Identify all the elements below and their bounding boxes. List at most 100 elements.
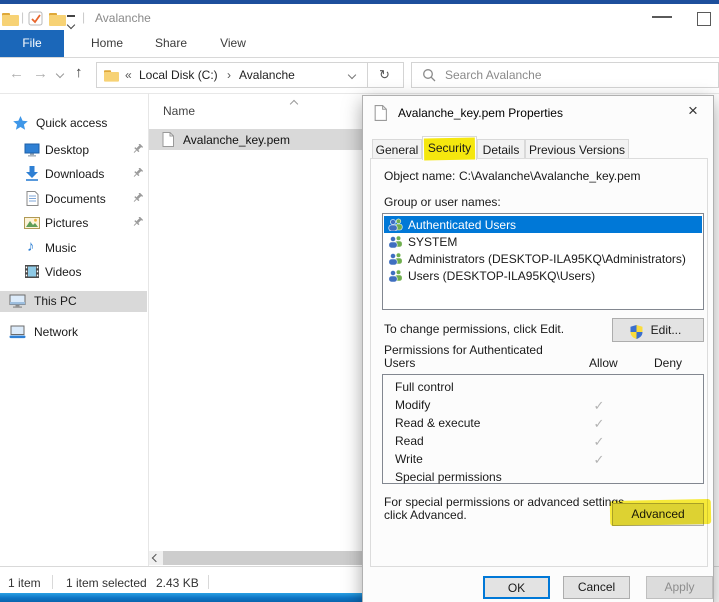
file-row[interactable]: Avalanche_key.pem	[149, 129, 363, 150]
permissions-label-line1: Permissions for Authenticated	[384, 343, 543, 357]
cancel-button[interactable]: Cancel	[563, 576, 630, 599]
file-icon	[374, 105, 387, 124]
sidebar-item-videos[interactable]: Videos	[0, 262, 147, 283]
permissions-label-line2: Users	[384, 356, 415, 370]
sort-ascending-icon[interactable]	[290, 100, 298, 108]
address-overflow-glyph[interactable]: «	[125, 68, 132, 82]
allow-checkmark: ✓	[588, 398, 610, 414]
sidebar-item-label: Desktop	[45, 143, 89, 157]
pin-icon	[133, 193, 144, 207]
group-row-users[interactable]: Users (DESKTOP-ILA95KQ\Users)	[384, 267, 702, 284]
allow-checkmark: ✓	[588, 416, 610, 432]
advanced-button[interactable]: Advanced	[612, 503, 704, 526]
ok-button[interactable]: OK	[483, 576, 550, 599]
sidebar-item-music[interactable]: ♪ Music	[0, 238, 147, 259]
close-icon[interactable]: ×	[679, 98, 707, 124]
permissions-list[interactable]: Full control Modify ✓ Read & execute ✓ R…	[382, 374, 704, 484]
forward-icon[interactable]: →	[33, 65, 48, 82]
window-title: Avalanche	[95, 11, 151, 25]
breadcrumb-segment-drive[interactable]: Local Disk (C:)	[139, 68, 218, 82]
uac-shield-icon	[630, 324, 643, 346]
sidebar-item-desktop[interactable]: Desktop	[0, 140, 147, 161]
tab-home[interactable]: Home	[82, 30, 132, 57]
file-icon	[162, 132, 174, 150]
tab-previous-versions[interactable]: Previous Versions	[525, 139, 629, 159]
sidebar-item-label: Quick access	[36, 116, 107, 130]
sidebar-item-label: Videos	[45, 265, 81, 279]
maximize-icon[interactable]	[697, 12, 711, 26]
horizontal-scrollbar[interactable]	[149, 551, 363, 565]
allow-checkmark: ✓	[588, 452, 610, 468]
back-icon[interactable]: ←	[9, 65, 24, 82]
tab-security[interactable]: Security	[422, 136, 477, 160]
customize-toolbar-icon[interactable]	[67, 15, 75, 31]
up-icon[interactable]: ↑	[75, 64, 83, 81]
music-note-icon: ♪	[27, 238, 35, 255]
refresh-button[interactable]: ↻	[367, 62, 404, 88]
breadcrumb-segment-folder[interactable]: Avalanche	[239, 68, 295, 82]
refresh-icon: ↻	[379, 67, 390, 83]
separator: |	[21, 10, 24, 24]
tab-file[interactable]: File	[0, 30, 64, 57]
column-header-name[interactable]: Name	[163, 104, 195, 118]
sidebar-item-label: Network	[34, 325, 78, 339]
scrollbar-thumb[interactable]	[163, 551, 363, 565]
picture-icon	[24, 217, 40, 232]
explorer-window: | | Avalanche File Home Share View ← → ↑	[0, 0, 719, 602]
sidebar-item-label: Downloads	[45, 167, 104, 181]
navigation-bar: ← → ↑ « Local Disk (C:) › Avalanche ↻ Se…	[0, 58, 719, 94]
address-bar[interactable]: « Local Disk (C:) › Avalanche	[96, 62, 368, 88]
navigation-pane: Quick access Desktop Downloads Docume	[0, 93, 148, 566]
document-icon	[26, 191, 39, 209]
group-row-system[interactable]: SYSTEM	[384, 233, 702, 250]
users-icon	[388, 235, 404, 251]
deny-column-header: Deny	[654, 356, 682, 370]
network-icon	[9, 325, 26, 342]
sidebar-item-pictures[interactable]: Pictures	[0, 213, 147, 234]
recent-locations-icon[interactable]	[56, 70, 64, 78]
pin-icon	[133, 217, 144, 231]
tab-general[interactable]: General	[372, 139, 422, 159]
search-placeholder: Search Avalanche	[445, 68, 542, 82]
computer-icon	[9, 294, 26, 311]
search-input[interactable]: Search Avalanche	[411, 62, 719, 88]
apply-button[interactable]: Apply	[646, 576, 713, 599]
edit-button[interactable]: Edit...	[612, 318, 704, 342]
group-row-authenticated-users[interactable]: Authenticated Users	[384, 216, 702, 233]
minimize-icon[interactable]	[652, 16, 672, 18]
allow-checkmark: ✓	[588, 434, 610, 450]
properties-quick-access-icon[interactable]	[28, 11, 43, 29]
status-selection: 1 item selected	[66, 576, 147, 590]
status-size: 2.43 KB	[156, 576, 199, 590]
status-divider	[52, 575, 53, 589]
sidebar-item-network[interactable]: Network	[0, 322, 147, 343]
sidebar-item-downloads[interactable]: Downloads	[0, 164, 147, 185]
taskbar-edge	[0, 593, 363, 602]
users-icon	[388, 269, 404, 285]
tab-share[interactable]: Share	[146, 30, 196, 57]
title-bar: | | Avalanche	[0, 4, 719, 30]
tab-view[interactable]: View	[210, 30, 256, 57]
breadcrumb-separator: ›	[227, 68, 231, 82]
sidebar-item-this-pc[interactable]: This PC	[0, 291, 147, 312]
scroll-left-icon[interactable]	[152, 554, 160, 562]
group-user-list[interactable]: Authenticated Users SYSTEM Administrator…	[382, 213, 704, 310]
edit-hint: To change permissions, click Edit.	[384, 322, 564, 336]
address-dropdown-icon[interactable]	[348, 71, 356, 79]
sidebar-item-documents[interactable]: Documents	[0, 189, 147, 210]
desktop-icon	[24, 143, 40, 160]
object-name-label: Object name:	[384, 169, 455, 183]
download-arrow-icon	[25, 166, 39, 184]
status-divider	[208, 575, 209, 589]
sidebar-item-label: Documents	[45, 192, 106, 206]
tab-details[interactable]: Details	[477, 139, 525, 159]
folder-quick-access-icon[interactable]	[49, 12, 66, 29]
search-icon	[422, 68, 436, 85]
group-row-administrators[interactable]: Administrators (DESKTOP-ILA95KQ\Administ…	[384, 250, 702, 267]
permission-name: Read	[395, 434, 424, 448]
file-list-pane: Name Avalanche_key.pem	[149, 93, 363, 566]
sidebar-item-quick-access[interactable]: Quick access	[0, 113, 147, 134]
ribbon-tab-bar: File Home Share View	[0, 30, 719, 58]
advanced-hint-line1: For special permissions or advanced sett…	[384, 495, 627, 509]
permission-name: Special permissions	[395, 470, 502, 484]
